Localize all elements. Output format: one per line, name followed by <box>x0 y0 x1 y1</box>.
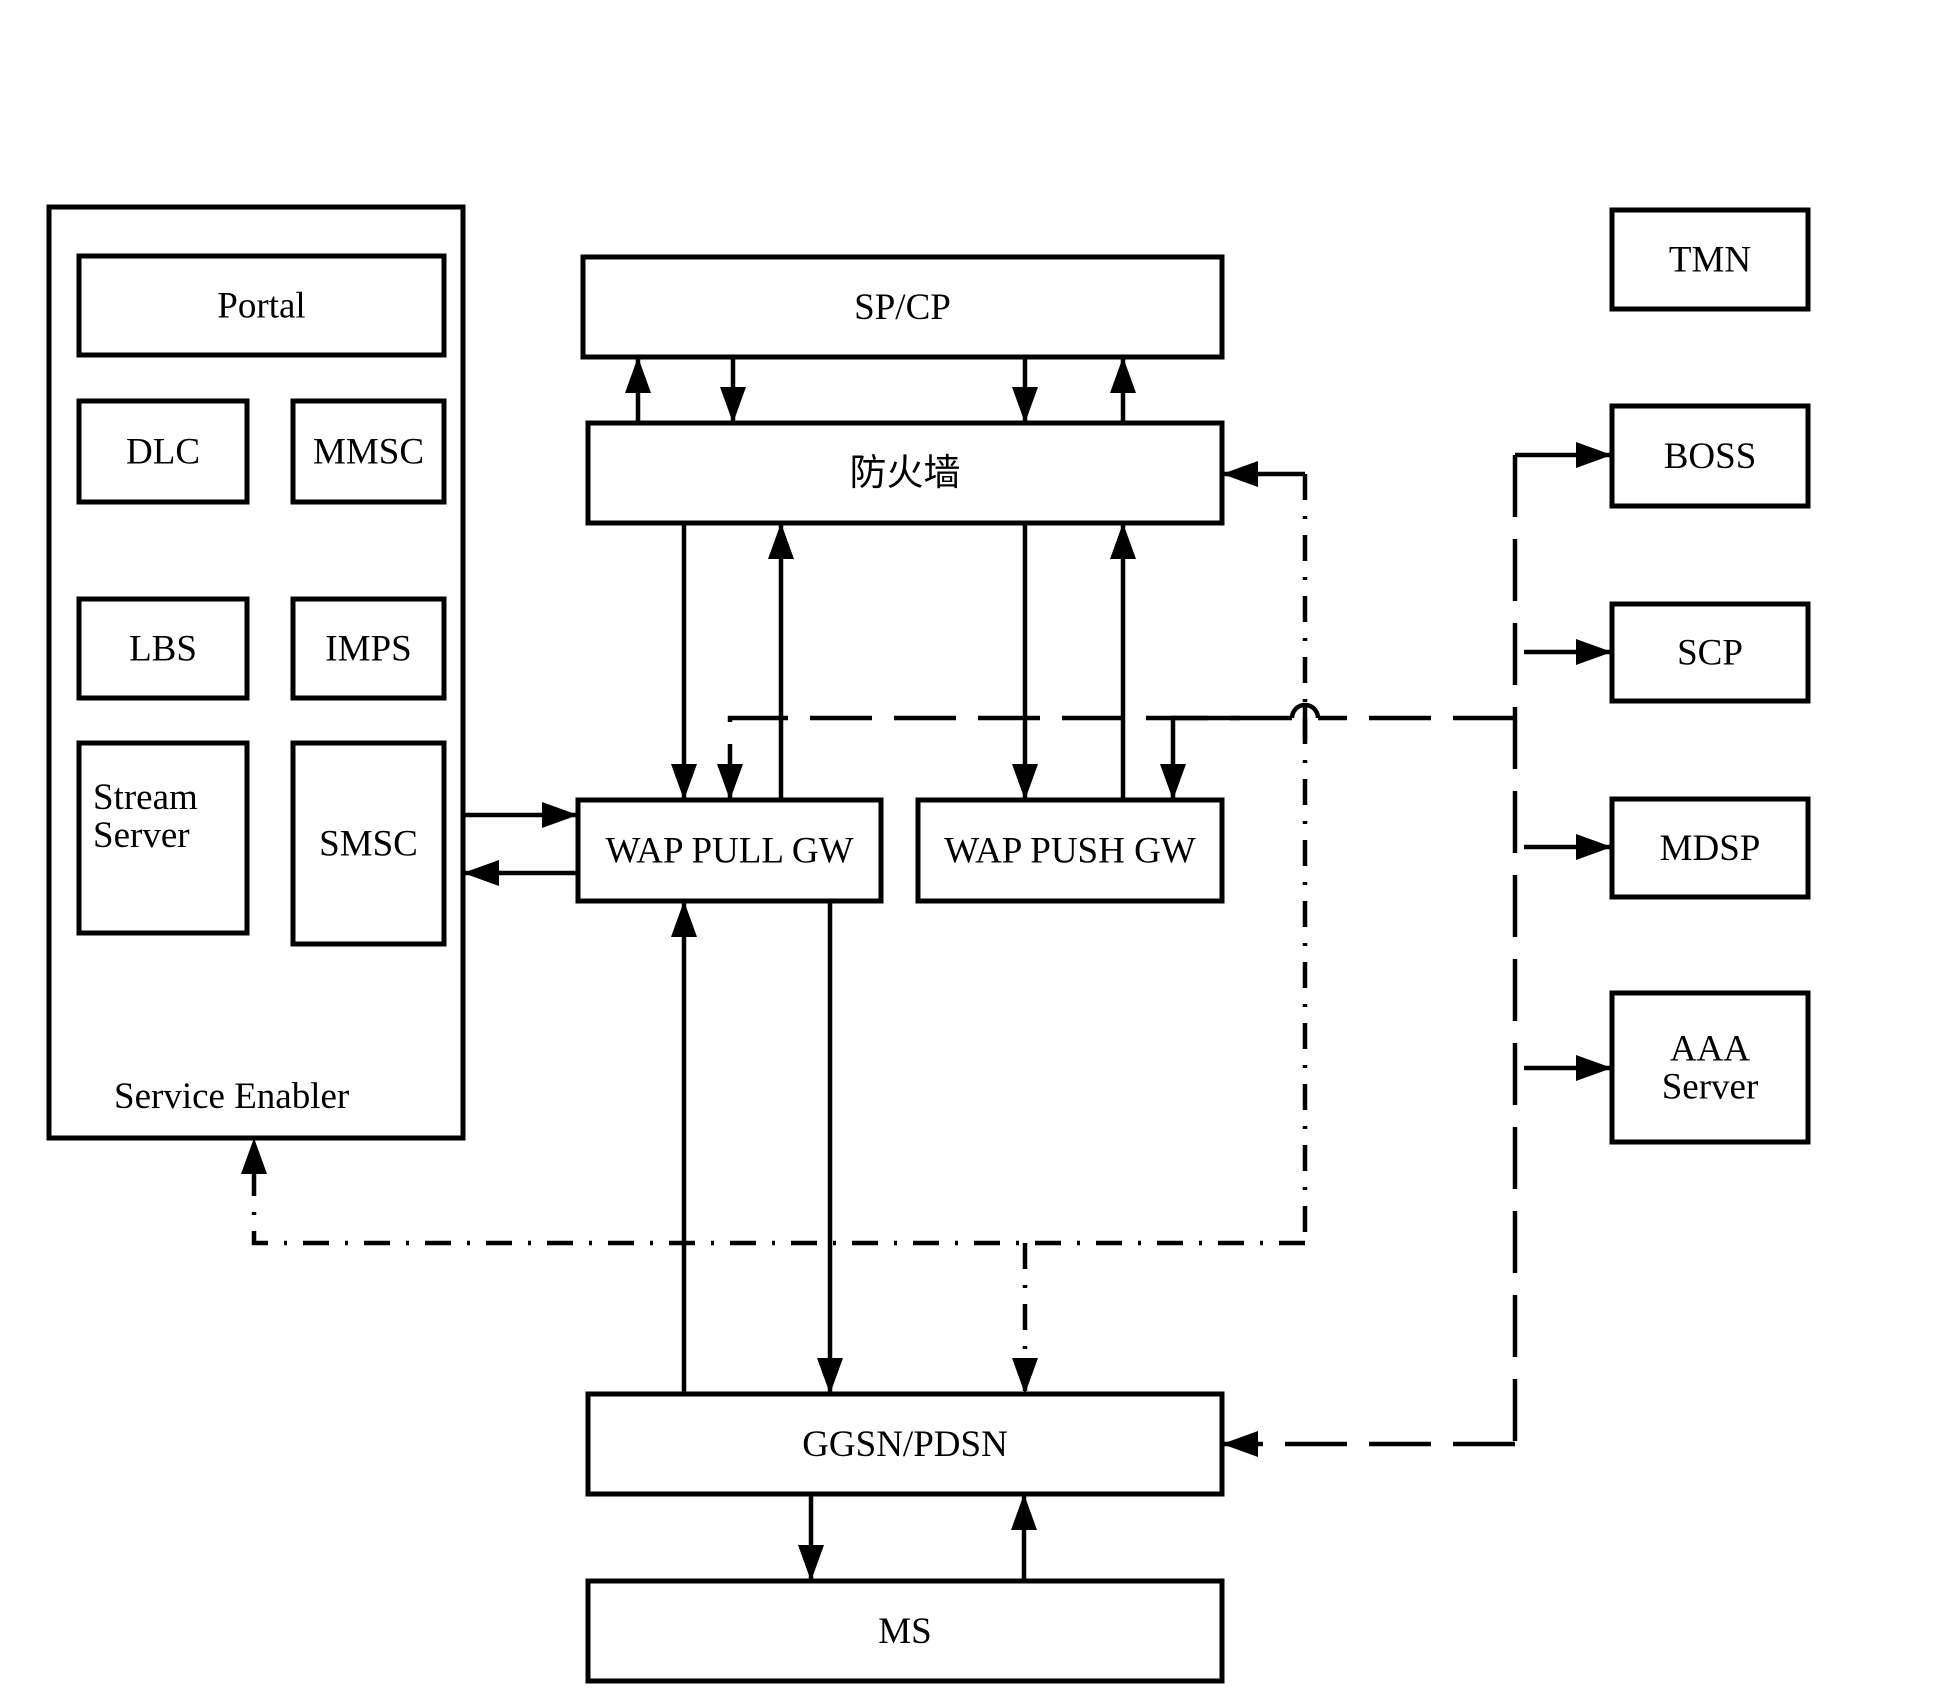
arrowhead <box>542 802 578 828</box>
smsc-label: SMSC <box>319 824 418 865</box>
arrowhead <box>671 901 697 937</box>
edge-bus-to-push <box>1170 715 1240 800</box>
arrowhead <box>625 357 651 393</box>
edge-control-to-se <box>251 1138 1305 1246</box>
edge-bus-to-pull <box>727 715 1292 800</box>
firewall-label: 防火墙 <box>850 453 961 494</box>
node-mdsp: MDSP <box>1609 796 1811 900</box>
mmsc-label: MMSC <box>313 432 424 473</box>
sp-cp-label: SP/CP <box>854 287 951 328</box>
lbs-label: LBS <box>129 629 197 670</box>
arrowhead <box>768 523 794 559</box>
node-stream-server: StreamServer <box>76 740 250 936</box>
arrowhead <box>1012 1358 1038 1394</box>
node-mmsc: MMSC <box>290 398 447 505</box>
arrowhead <box>1012 764 1038 800</box>
node-dlc: DLC <box>76 398 250 505</box>
arrowhead <box>817 1358 843 1394</box>
portal-label: Portal <box>217 286 305 327</box>
node-ms: MS <box>585 1578 1225 1684</box>
stream-server-label: Stream <box>93 777 198 818</box>
arrowhead <box>1110 523 1136 559</box>
mdsp-label: MDSP <box>1660 828 1761 869</box>
arrowhead <box>1576 442 1612 468</box>
wap-pull-gw-label: WAP PULL GW <box>605 831 853 872</box>
arrowhead <box>1576 834 1612 860</box>
arrowhead <box>1011 1494 1037 1530</box>
node-sp-cp: SP/CP <box>580 254 1225 360</box>
arrowhead <box>1222 461 1258 487</box>
ms-label: MS <box>878 1611 931 1652</box>
node-firewall: 防火墙 <box>585 420 1225 526</box>
node-portal: Portal <box>76 253 447 358</box>
scp-label: SCP <box>1677 633 1743 674</box>
arrowhead <box>671 764 697 800</box>
arrowhead <box>798 1545 824 1581</box>
arrowhead <box>463 860 499 886</box>
node-tmn: TMN <box>1609 207 1811 312</box>
aaa-server-label: Server <box>1662 1067 1759 1108</box>
wap-push-gw-label: WAP PUSH GW <box>944 831 1196 872</box>
aaa-server-label: AAA <box>1670 1029 1750 1070</box>
dlc-label: DLC <box>126 432 200 473</box>
arrowhead <box>717 764 743 800</box>
node-boxes: Service Enabler Portal DLC MMSC LBS IMPS Strea… <box>46 204 1811 1684</box>
tmn-label: TMN <box>1669 240 1751 281</box>
arrowhead <box>1012 387 1038 423</box>
arrowhead <box>241 1138 267 1174</box>
node-wap-pull-gw: WAP PULL GW <box>575 797 884 904</box>
service-enabler-label: Service Enabler <box>114 1076 349 1117</box>
arrowhead <box>1222 1431 1258 1457</box>
arrowhead <box>1576 1055 1612 1081</box>
arrowhead <box>1110 357 1136 393</box>
node-ggsn-pdsn: GGSN/PDSN <box>585 1391 1225 1497</box>
node-imps: IMPS <box>290 596 447 701</box>
node-lbs: LBS <box>76 596 250 701</box>
node-smsc: SMSC <box>290 740 447 947</box>
node-boss: BOSS <box>1609 403 1811 509</box>
imps-label: IMPS <box>325 629 411 670</box>
architecture-diagram: Service Enabler Portal DLC MMSC LBS IMPS Strea… <box>46 204 1811 1684</box>
arrowhead <box>1576 639 1612 665</box>
arrowhead <box>1160 764 1186 800</box>
stream-server-label: Server <box>93 815 190 856</box>
node-aaa-server: AAAServer <box>1609 990 1811 1145</box>
arrowhead <box>720 387 746 423</box>
ggsn-pdsn-label: GGSN/PDSN <box>802 1424 1008 1465</box>
node-scp: SCP <box>1609 601 1811 704</box>
node-wap-push-gw: WAP PUSH GW <box>915 797 1225 904</box>
boss-label: BOSS <box>1664 436 1757 477</box>
